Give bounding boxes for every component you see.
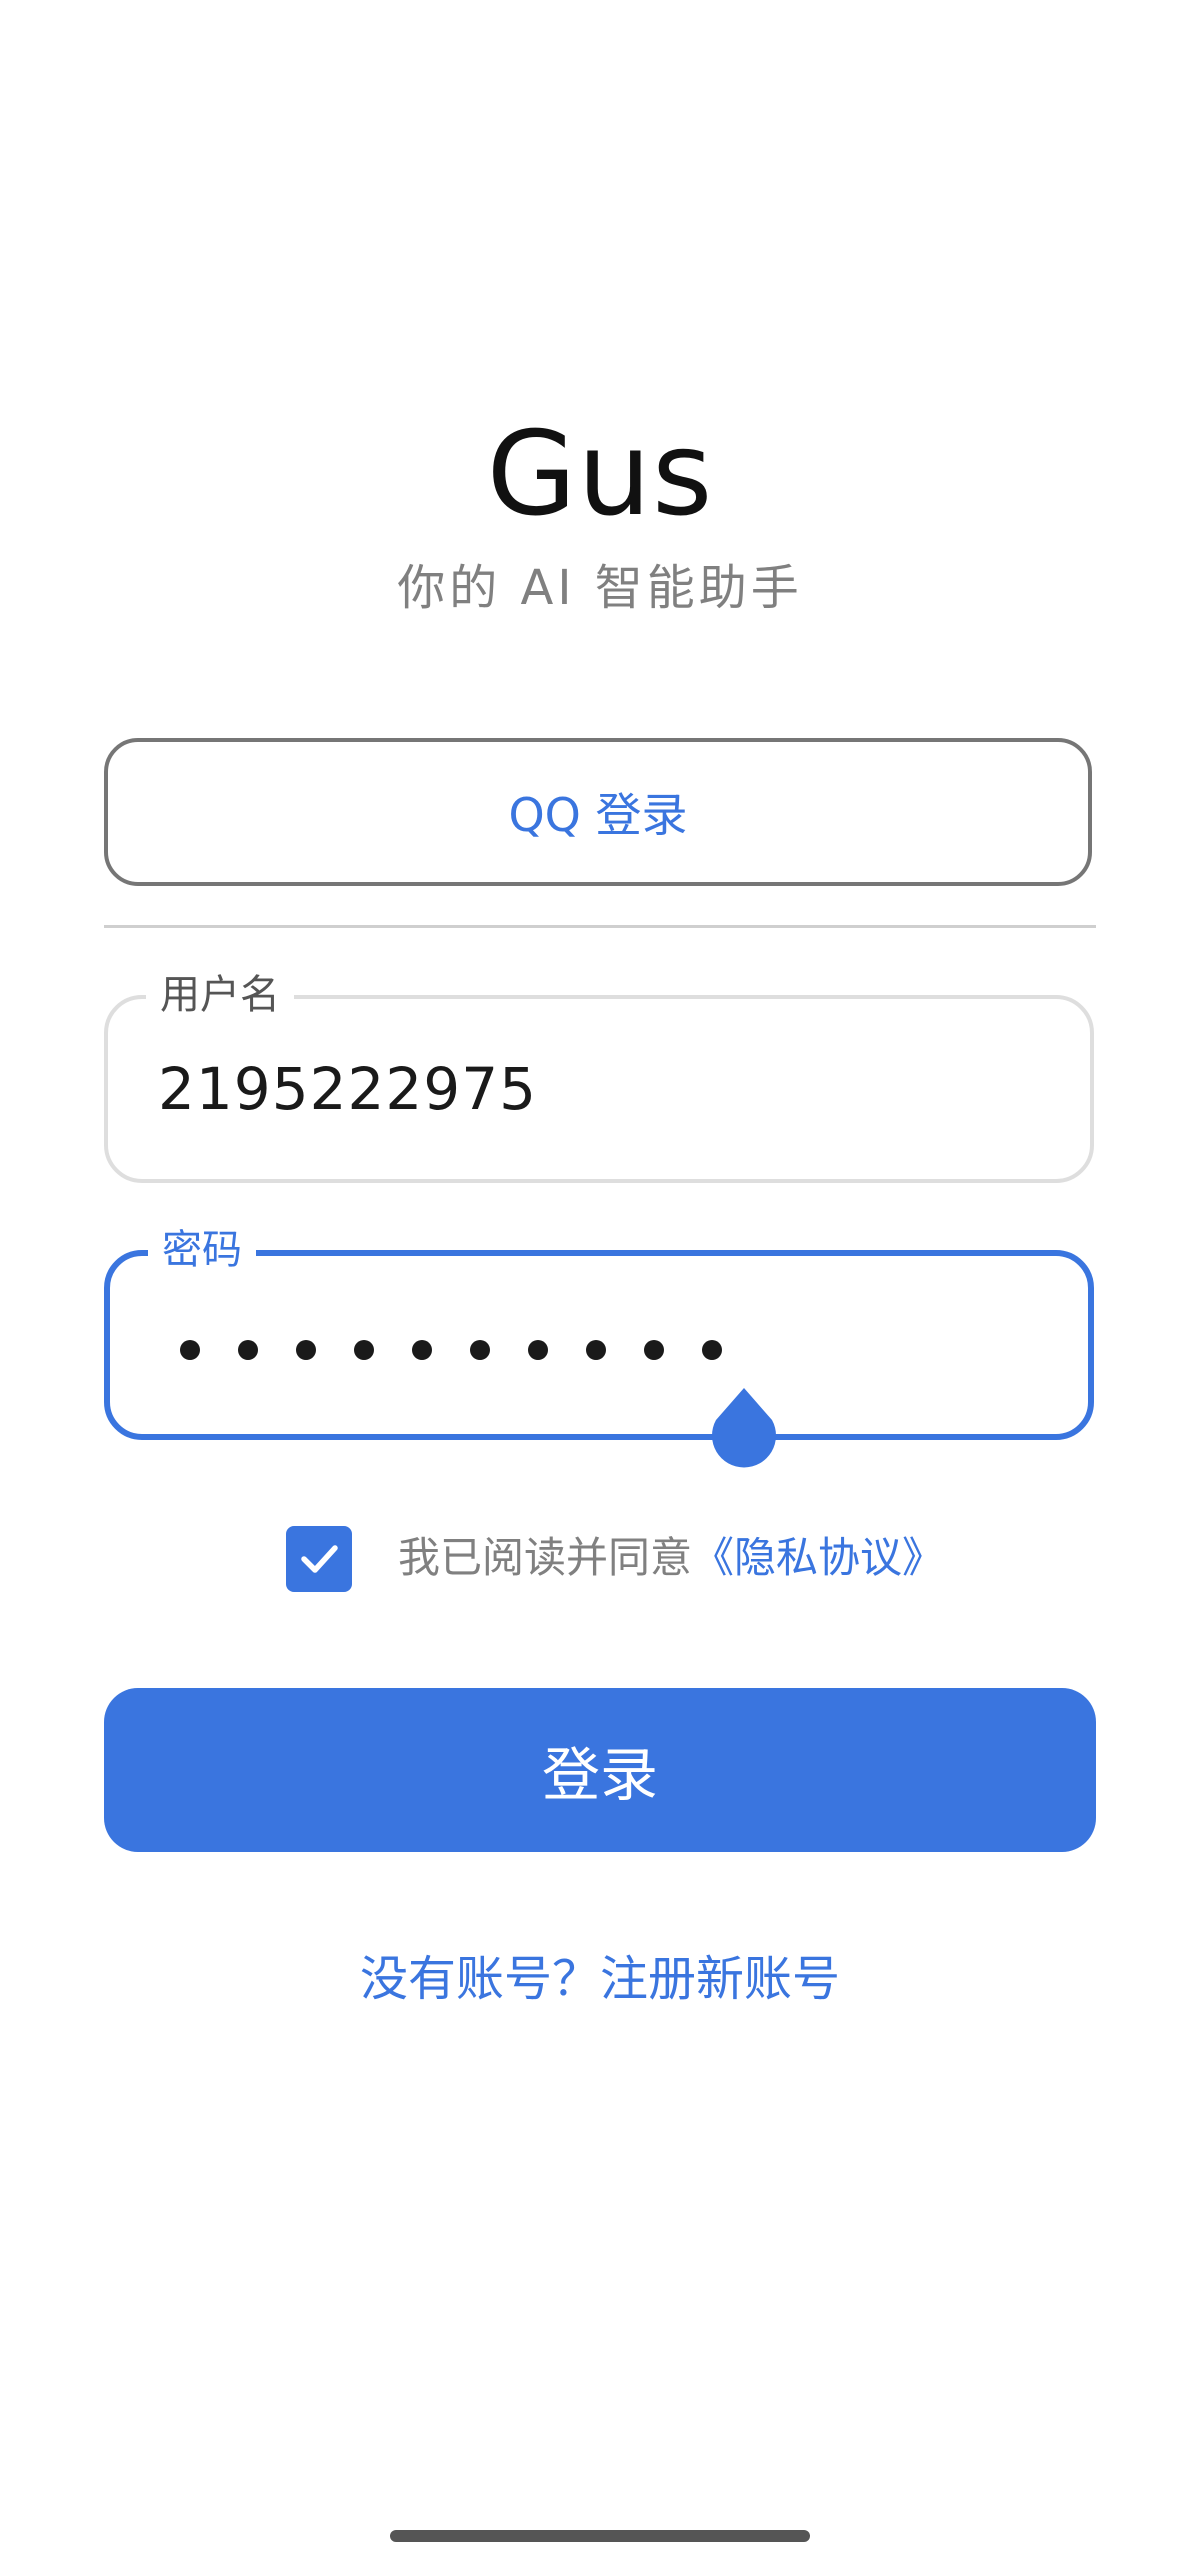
password-dot [644,1340,664,1360]
agreement-label: 我已阅读并同意 [398,1533,693,1582]
app-title: Gus [486,407,714,542]
privacy-policy-link[interactable]: 《隐私协议》 [692,1533,944,1582]
password-dot [180,1340,200,1360]
divider [104,925,1096,928]
app-subtitle: 你的 AI 智能助手 [397,560,803,616]
password-dot [586,1340,606,1360]
login-button[interactable]: 登录 [104,1688,1096,1852]
agreement-row: 我已阅读并同意《隐私协议》 [0,1520,1200,1592]
checkmark-icon [301,1545,338,1573]
password-field[interactable]: 密码 [104,1222,1094,1440]
password-dot [238,1340,258,1360]
username-label: 用户名 [146,967,294,1023]
password-dot [470,1340,490,1360]
register-link[interactable]: 没有账号？注册新账号 [0,1944,1200,2014]
password-dot [354,1340,374,1360]
text-cursor-handle-icon[interactable] [710,1388,778,1470]
password-dot [528,1340,548,1360]
password-dot [296,1340,316,1360]
password-label: 密码 [148,1222,256,1278]
agreement-checkbox[interactable] [286,1526,352,1592]
qq-login-button[interactable]: QQ 登录 [104,738,1092,886]
username-field[interactable]: 用户名 2195222975 [104,967,1094,1183]
agreement-text: 我已阅读并同意《隐私协议》 [398,1528,944,1588]
password-dot [412,1340,432,1360]
password-masked-value[interactable] [180,1340,722,1360]
username-value[interactable]: 2195222975 [158,1055,537,1123]
home-indicator[interactable] [390,2530,810,2542]
password-dot [702,1340,722,1360]
